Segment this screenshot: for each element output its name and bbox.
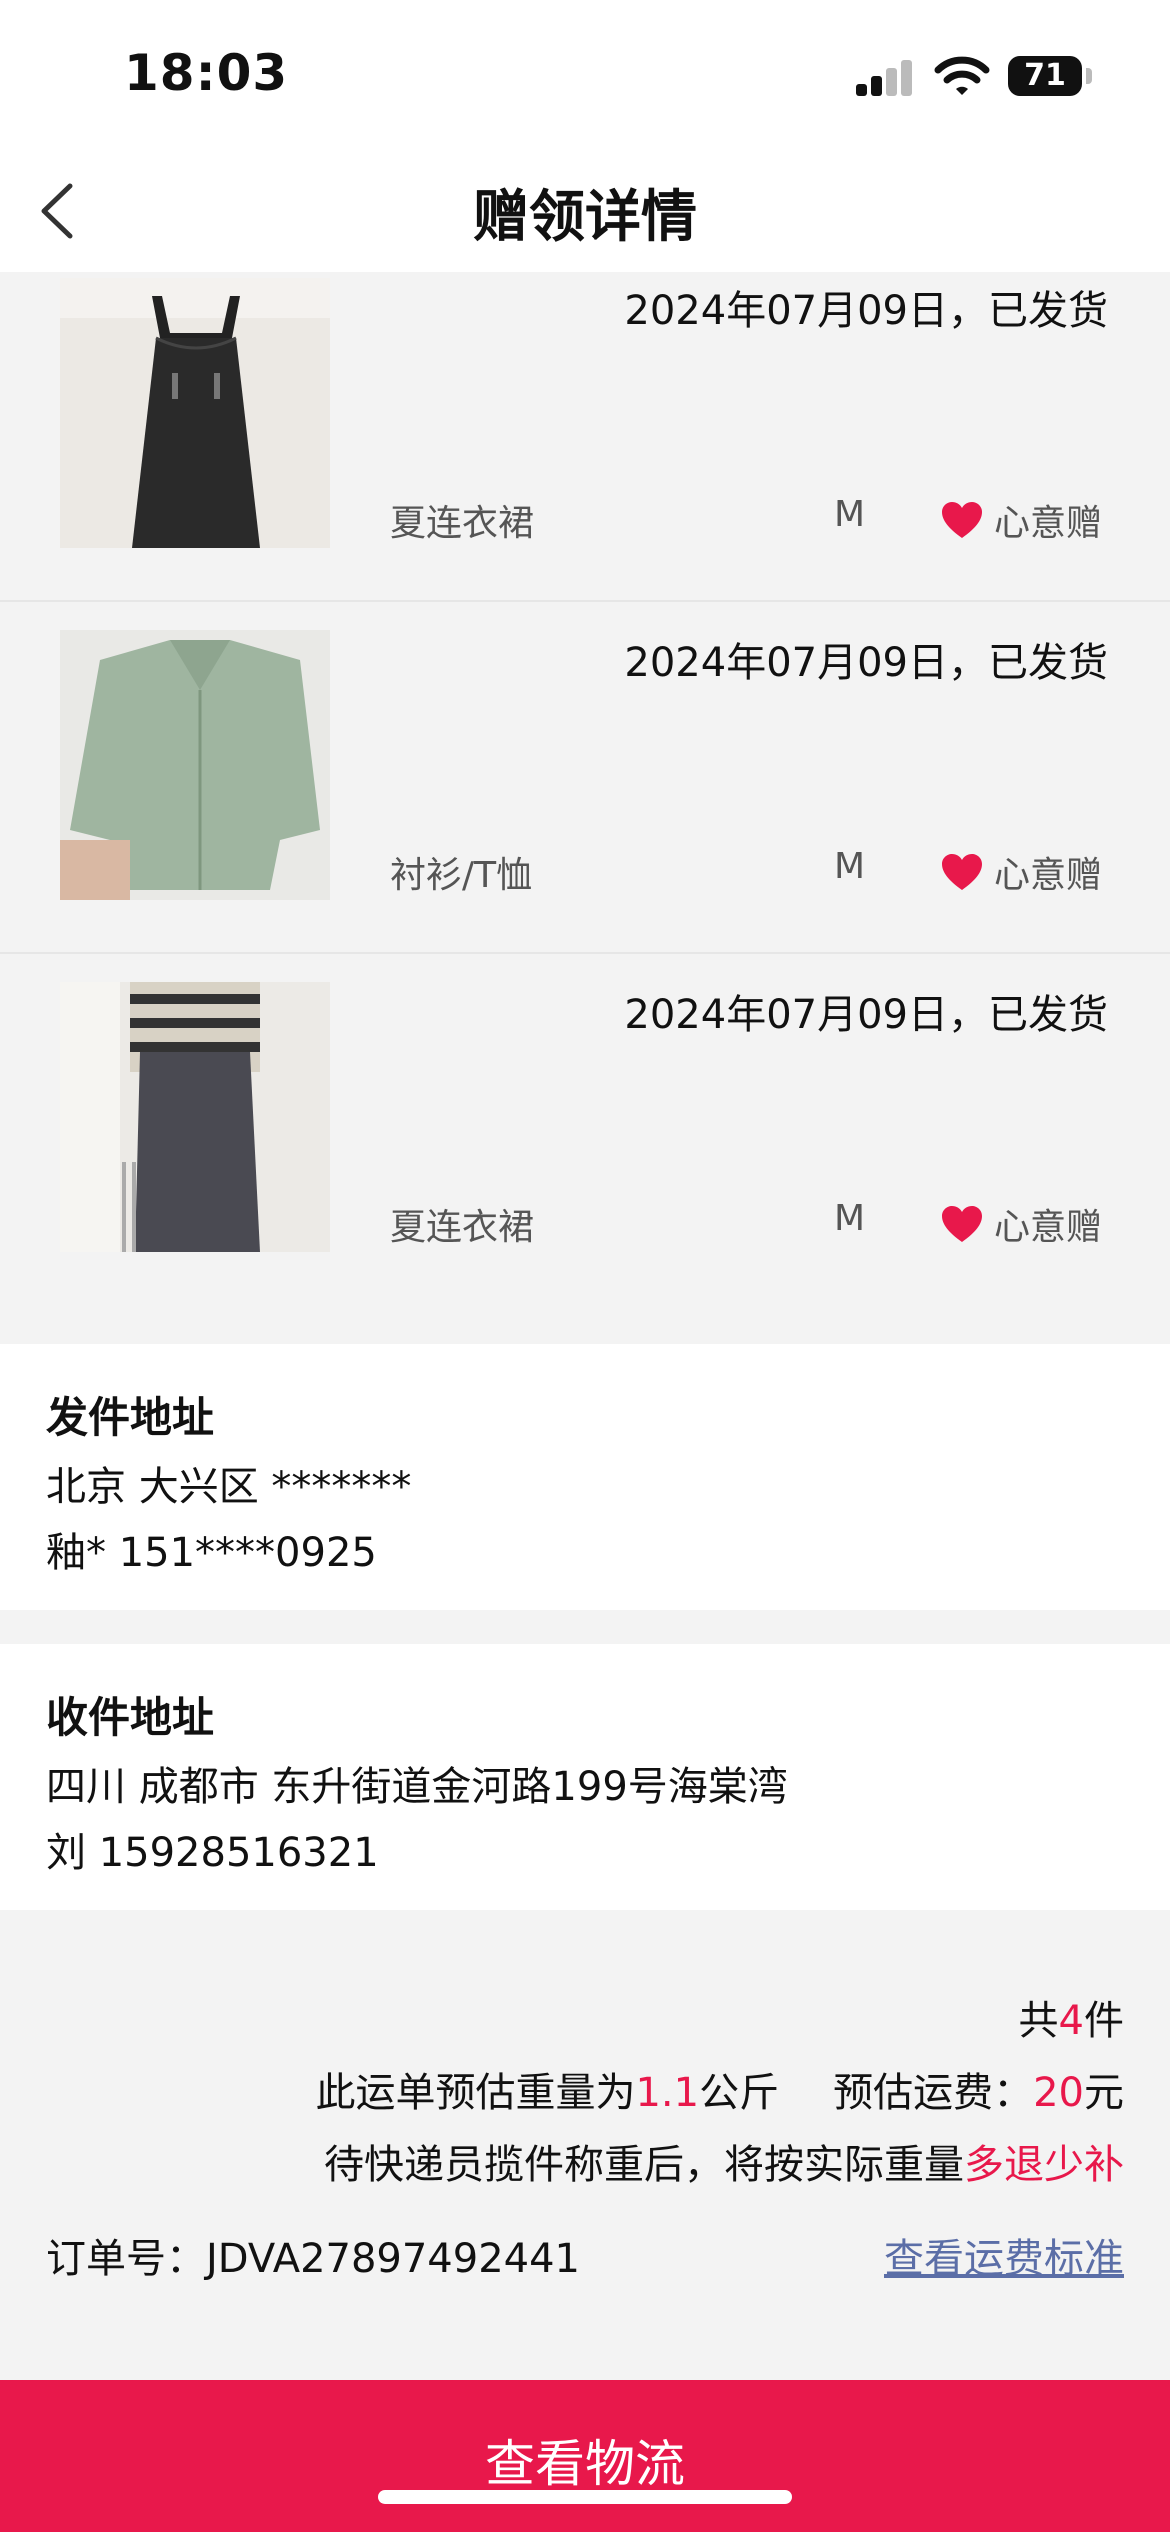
page: 18:03 71 赠领详情 2024年07月09日，已发货 夏连衣裙 M 心意赠… [0,0,1170,2532]
item-thumbnail [60,982,330,1252]
order-number-value: JDVA27897492441 [206,2236,581,2282]
item-thumbnail [60,278,330,548]
nav-bar: 赠领详情 [0,150,1170,272]
item-count-prefix: 共 [1018,1998,1059,2044]
item-count: 共4件 [1019,1988,1124,2046]
status-bar: 18:03 71 [0,0,1170,150]
weighing-note: 待快递员揽件称重后，将按实际重量多退少补 [324,2132,1124,2190]
heart-icon [942,502,982,538]
item-size: M [834,1198,866,1239]
order-number-label: 订单号： [46,2236,206,2282]
sender-contact: 釉* 151****0925 [46,1530,377,1576]
item-count-value: 4 [1058,1998,1084,2044]
heart-icon [942,1206,982,1242]
item-name: 夏连衣裙 [390,503,535,544]
sender-address-card: 发件地址 北京 大兴区 ******* 釉* 151****0925 [0,1344,1170,1610]
item-date-status: 2024年07月09日，已发货 [624,992,1108,1038]
item-list: 2024年07月09日，已发货 夏连衣裙 M 心意赠 2024年07月09日，已… [0,272,1170,1306]
home-indicator[interactable] [378,2490,792,2504]
weight-prefix: 此运单预估重量为 [315,2070,636,2116]
item-count-suffix: 件 [1084,1998,1124,2044]
note-highlight: 多退少补 [964,2142,1124,2188]
battery-cap [1086,68,1092,84]
item-tag: 心意赠 [994,1207,1103,1248]
item-row[interactable]: 2024年07月09日，已发货 夏连衣裙 M 心意赠 [0,954,1170,1306]
item-date-status: 2024年07月09日，已发货 [624,288,1108,334]
weight-suffix: 公斤 [699,2070,780,2116]
item-size: M [834,846,866,887]
shipping-fee-standard-link[interactable]: 查看运费标准 [884,2226,1124,2284]
receiver-address-card: 收件地址 四川 成都市 东升街道金河路199号海棠湾 刘 15928516321 [0,1644,1170,1910]
cellular-signal-icon [856,60,914,96]
item-date-status: 2024年07月09日，已发货 [624,640,1108,686]
view-logistics-button[interactable]: 查看物流 [0,2380,1170,2532]
fee-value: 20 [1033,2070,1084,2116]
receiver-contact: 刘 15928516321 [46,1830,379,1876]
item-row[interactable]: 2024年07月09日，已发货 衬衫/T恤 M 心意赠 [0,602,1170,954]
receiver-address: 四川 成都市 东升街道金河路199号海棠湾 [46,1764,788,1810]
note-prefix: 待快递员揽件称重后，将按实际重量 [324,2142,964,2188]
receiver-title: 收件地址 [46,1693,215,1742]
wifi-icon [934,56,990,95]
estimate-line: 此运单预估重量为1.1公斤 预估运费：20元 [315,2060,1124,2118]
item-name: 夏连衣裙 [390,1207,535,1248]
heart-icon [942,854,982,890]
view-logistics-label: 查看物流 [485,2435,685,2493]
item-size: M [834,494,866,535]
fee-suffix: 元 [1084,2070,1124,2116]
item-thumbnail [60,630,330,900]
item-tag: 心意赠 [994,503,1103,544]
item-tag: 心意赠 [994,855,1103,896]
order-number: 订单号：JDVA27897492441 [46,2226,580,2284]
sender-title: 发件地址 [46,1393,215,1442]
page-title: 赠领详情 [473,185,697,250]
item-name: 衬衫/T恤 [390,855,533,896]
status-time: 18:03 [124,44,289,102]
fee-prefix: 预估运费： [833,2070,1034,2116]
weight-value: 1.1 [635,2070,700,2116]
item-row[interactable]: 2024年07月09日，已发货 夏连衣裙 M 心意赠 [0,272,1170,602]
battery-icon: 71 [1008,56,1082,96]
sender-address: 北京 大兴区 ******* [46,1464,412,1510]
